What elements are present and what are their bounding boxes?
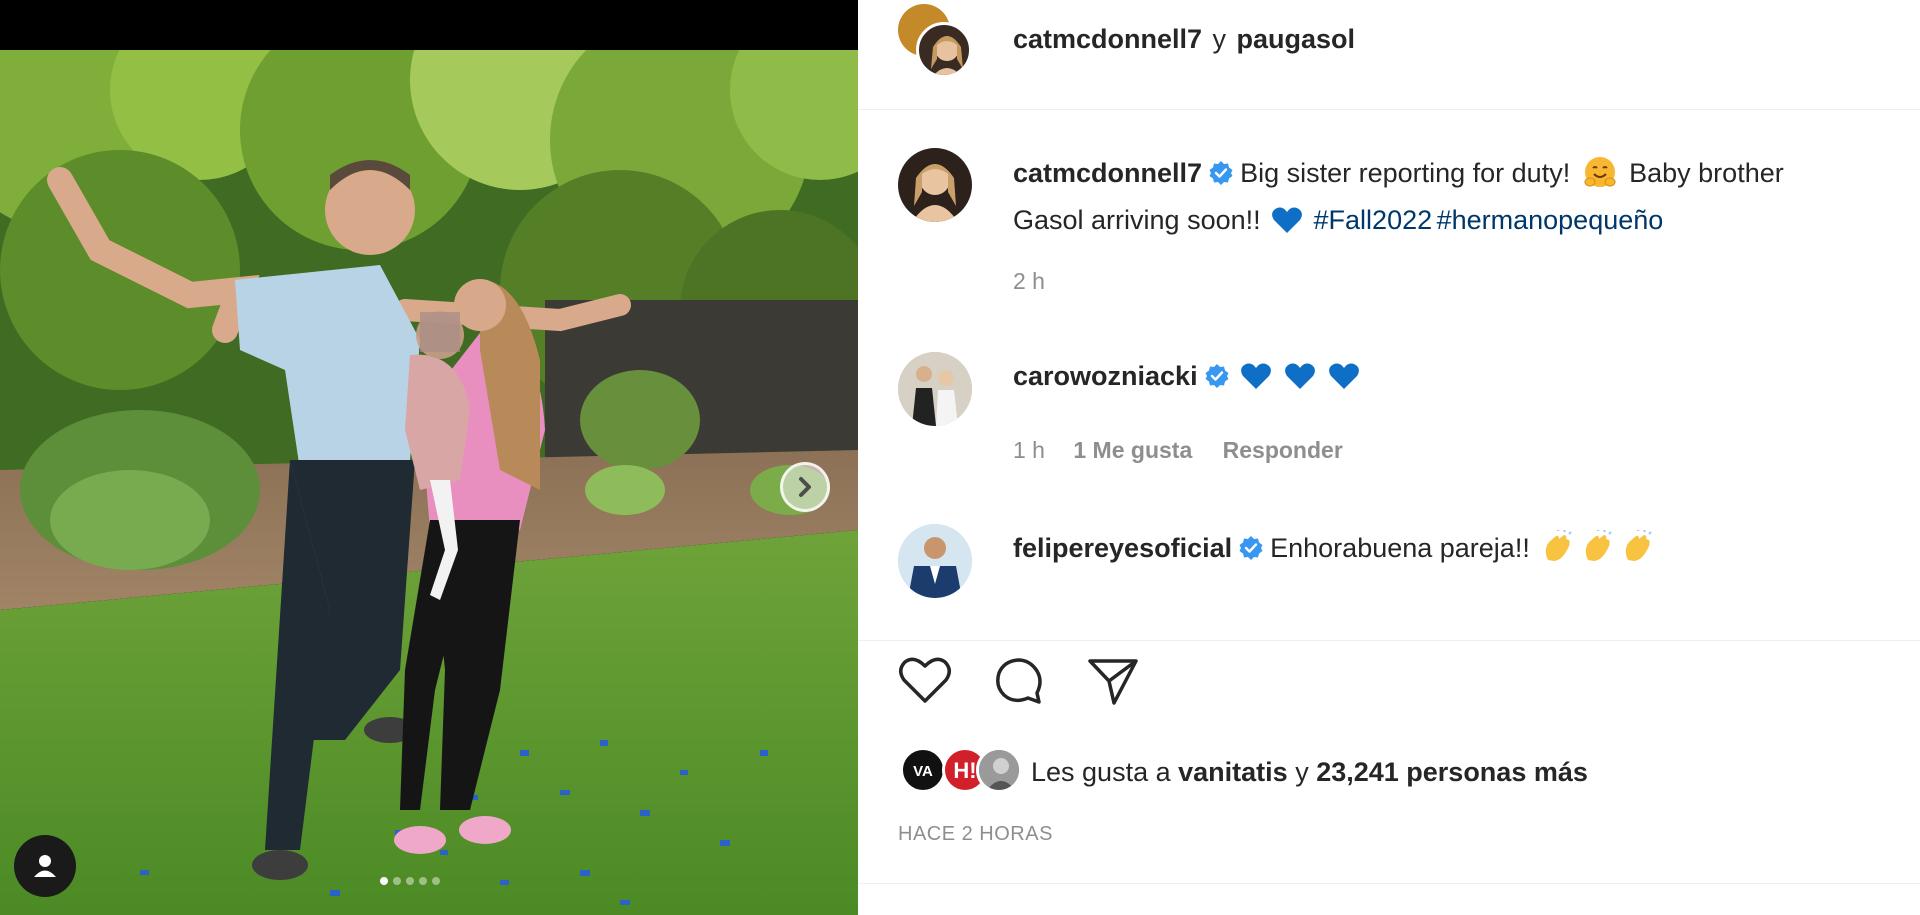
blue-heart-icon: [1241, 363, 1271, 389]
hashtag-link[interactable]: #Fall2022: [1314, 205, 1433, 235]
caption-text-1: Big sister reporting for duty!: [1240, 158, 1571, 188]
comment-username[interactable]: felipereyesoficial: [1013, 533, 1232, 563]
likes-prefix: Les gusta a: [1031, 757, 1171, 787]
carousel-dot: [393, 877, 401, 885]
author-username[interactable]: catmcdonnell7: [1013, 24, 1202, 54]
svg-text:VA: VA: [913, 763, 933, 780]
comment-time: 1 h: [1013, 437, 1045, 463]
hashtag-link[interactable]: #hermanopequeño: [1437, 205, 1664, 235]
carousel-indicator: [380, 877, 440, 885]
comment: carowozniacki: [1013, 355, 1372, 402]
clap-emoji-icon: [1586, 530, 1613, 561]
carousel-dot: [432, 877, 440, 885]
caption-avatar[interactable]: [898, 148, 972, 222]
caption-username[interactable]: catmcdonnell7: [1013, 158, 1202, 188]
comment-avatar[interactable]: [898, 352, 972, 426]
post-header: catmcdonnell7 y paugasol: [858, 0, 1920, 110]
section-divider: [858, 883, 1920, 884]
coauthor-username[interactable]: paugasol: [1236, 24, 1355, 54]
author-joiner: y: [1212, 24, 1227, 54]
user-tag-button[interactable]: [14, 835, 76, 897]
post-media: [0, 0, 858, 915]
comment-text: Enhorabuena pareja!!: [1270, 533, 1530, 563]
clap-emoji-icon: [1546, 530, 1573, 561]
share-icon[interactable]: [1086, 655, 1140, 707]
svg-text:H!: H!: [953, 758, 976, 783]
section-divider: [858, 640, 1920, 641]
caption-text-2: Baby brother: [1629, 158, 1784, 188]
media-letterbox: [0, 0, 858, 50]
caption-time: 2 h: [1013, 268, 1045, 294]
comment-icon[interactable]: [993, 655, 1045, 707]
carousel-dot: [380, 877, 388, 885]
liker-avatar[interactable]: VA: [900, 747, 946, 793]
next-arrow-icon: [799, 477, 811, 497]
comment-avatar[interactable]: [898, 524, 972, 598]
comment-likes-link[interactable]: 1 Me gusta: [1073, 437, 1192, 463]
post-timestamp: HACE 2 HORAS: [898, 823, 1053, 845]
comment-hearts: [1240, 363, 1372, 389]
blue-heart-icon: [1285, 363, 1315, 389]
likes-joiner: y: [1295, 757, 1309, 787]
post-photo: [0, 50, 858, 915]
likes-first-user[interactable]: vanitatis: [1178, 757, 1288, 787]
caption: catmcdonnell7 Big sister reporting for du…: [1013, 152, 1913, 246]
post-authors: catmcdonnell7 y paugasol: [1013, 24, 1355, 55]
carousel-next-button[interactable]: [780, 462, 830, 512]
like-icon[interactable]: [898, 655, 952, 705]
verified-badge-icon: [1239, 536, 1263, 560]
verified-badge-icon: [1209, 161, 1233, 185]
blue-heart-icon: [1329, 363, 1359, 389]
liker-avatar[interactable]: [976, 747, 1022, 793]
carousel-dot: [406, 877, 414, 885]
blue-heart-icon: [1272, 207, 1303, 233]
comment: felipereyesoficial Enhorabuena pareja!!: [1013, 527, 1654, 574]
post-details-panel: catmcdonnell7 y paugasol catmcdonnell7 Bi…: [858, 0, 1920, 915]
reply-button[interactable]: Responder: [1223, 437, 1343, 463]
verified-badge-icon: [1205, 364, 1229, 388]
carousel-dot: [419, 877, 427, 885]
caption-text-3: Gasol arriving soon!!: [1013, 205, 1261, 235]
coauthor-avatar[interactable]: [916, 22, 972, 78]
likes-others-link[interactable]: 23,241 personas más: [1316, 757, 1588, 787]
likes-summary: Les gusta a vanitatis y 23,241 personas …: [1031, 757, 1588, 788]
hug-emoji-icon: [1584, 157, 1616, 187]
user-tag-icon: [34, 855, 56, 877]
clap-emoji-icon: [1626, 530, 1653, 561]
comment-username[interactable]: carowozniacki: [1013, 361, 1198, 391]
comment-meta: 1 h 1 Me gusta Responder: [1013, 437, 1343, 464]
